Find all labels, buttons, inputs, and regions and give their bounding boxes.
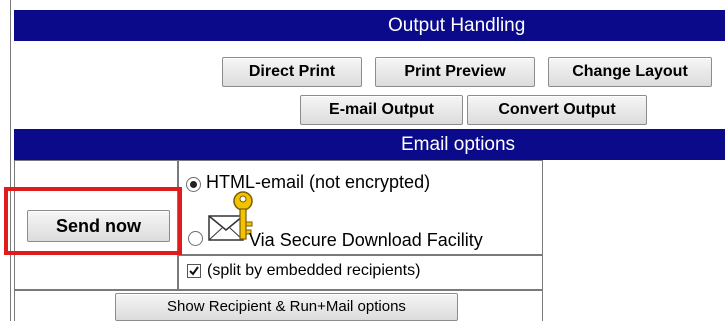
change-layout-button[interactable]: Change Layout [548, 57, 712, 87]
convert-output-button[interactable]: Convert Output [467, 95, 647, 125]
secure-download-label: Via Secure Download Facility [249, 230, 483, 250]
html-email-radio[interactable] [186, 177, 201, 192]
output-handling-title: Output Handling [388, 15, 526, 36]
email-output-button[interactable]: E-mail Output [300, 95, 463, 125]
split-recipients-label: (split by embedded recipients) [207, 262, 421, 279]
highlight-box [4, 187, 182, 255]
output-handling-header: Output Handling [14, 10, 725, 41]
direct-print-button[interactable]: Direct Print [222, 57, 362, 87]
secure-download-radio[interactable] [188, 231, 203, 246]
left-border [10, 0, 11, 321]
checkmark-icon [189, 266, 199, 276]
email-options-header: Email options [14, 129, 725, 160]
print-preview-button[interactable]: Print Preview [375, 57, 535, 87]
split-recipients-checkbox[interactable] [187, 264, 201, 278]
email-options-title: Email options [401, 134, 516, 155]
show-recipient-options-button[interactable]: Show Recipient & Run+Mail options [115, 293, 458, 321]
